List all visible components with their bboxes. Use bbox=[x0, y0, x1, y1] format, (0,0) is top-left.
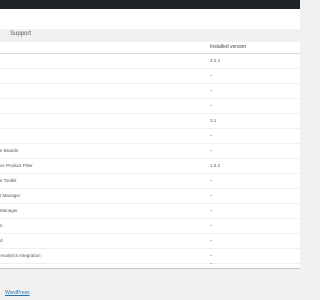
admin-bar bbox=[0, 0, 300, 9]
installed-version: – bbox=[210, 178, 213, 183]
installed-version: – bbox=[210, 148, 213, 153]
extension-name: e Brands bbox=[0, 148, 19, 153]
table-row: – bbox=[0, 128, 300, 144]
table-row: 3.2.4 bbox=[0, 53, 300, 69]
installed-version: – bbox=[210, 261, 213, 266]
installed-version: 1.0.2 bbox=[210, 163, 221, 168]
extensions-table: Installed version 3.2.4 – – – 3.1 – e Br… bbox=[0, 42, 300, 269]
installed-version: – bbox=[210, 103, 213, 108]
table-row: e Brands – bbox=[0, 143, 300, 159]
table-row: – bbox=[0, 83, 300, 99]
extension-name: Analytics Integration bbox=[0, 253, 41, 258]
installed-version: – bbox=[210, 238, 213, 243]
table-row: ce Product Filter 1.0.2 bbox=[0, 158, 300, 174]
installed-version: – bbox=[210, 208, 213, 213]
table-row: – bbox=[0, 261, 300, 268]
installed-version: – bbox=[210, 253, 213, 258]
installed-version-column-header: Installed version bbox=[210, 44, 247, 50]
installed-version: 3.1 bbox=[210, 118, 217, 123]
installed-version: – bbox=[210, 133, 213, 138]
tab-support[interactable]: Support bbox=[10, 31, 31, 37]
header-panel bbox=[0, 9, 300, 29]
table-row: t Manager – bbox=[0, 188, 300, 204]
table-row: Manager – bbox=[0, 203, 300, 219]
installed-version: – bbox=[210, 88, 213, 93]
table-row: n – bbox=[0, 218, 300, 234]
tab-bar: Support bbox=[0, 29, 300, 43]
extension-name: t Manager bbox=[0, 193, 21, 198]
table-row: e Toolkit – bbox=[0, 173, 300, 189]
table-row: – bbox=[0, 68, 300, 84]
extension-name: ce Product Filter bbox=[0, 163, 33, 168]
table-row: d – bbox=[0, 233, 300, 249]
installed-version: – bbox=[210, 223, 213, 228]
footer-wordpress-link[interactable]: WordPress bbox=[5, 290, 30, 296]
table-row: Analytics Integration – bbox=[0, 248, 300, 264]
extension-name: e Toolkit bbox=[0, 178, 17, 183]
extension-name: d bbox=[0, 238, 3, 243]
extension-name: Manager bbox=[0, 208, 18, 213]
table-row: – bbox=[0, 98, 300, 114]
installed-version: 3.2.4 bbox=[210, 58, 221, 63]
table-row: 3.1 bbox=[0, 113, 300, 129]
installed-version: – bbox=[210, 73, 213, 78]
installed-version: – bbox=[210, 193, 213, 198]
extension-name: n bbox=[0, 223, 3, 228]
